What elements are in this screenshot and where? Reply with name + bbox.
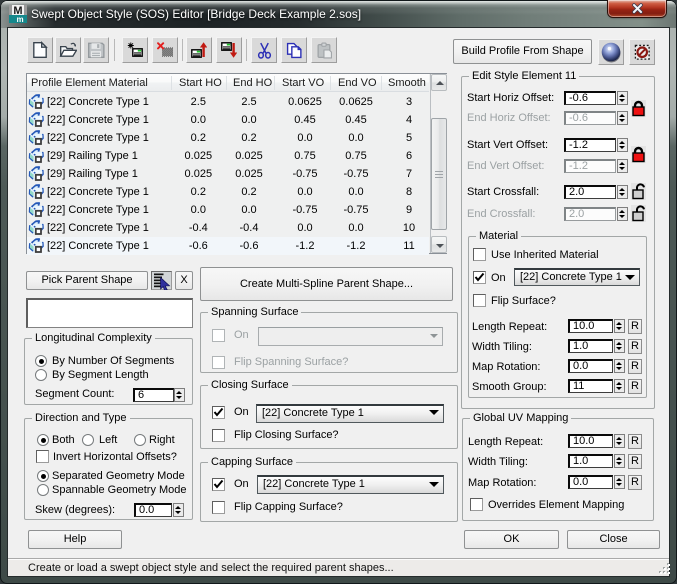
svg-text:m: m [16, 15, 23, 23]
